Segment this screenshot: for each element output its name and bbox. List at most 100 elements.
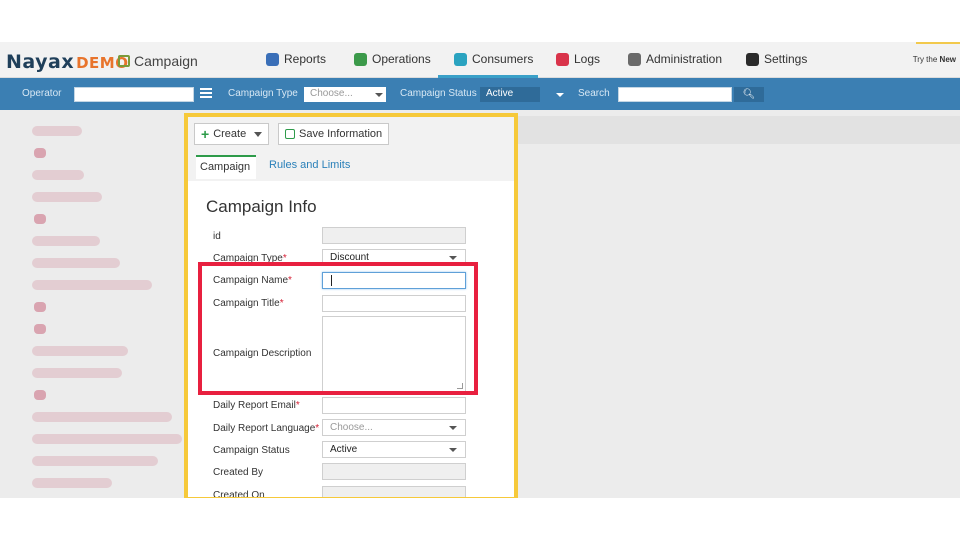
tab-campaign[interactable]: Campaign — [196, 155, 256, 179]
campaign-description-label: Campaign Description — [213, 348, 312, 359]
plus-icon: + — [201, 126, 210, 142]
daily-report-language-text: Daily Report Language — [213, 423, 316, 434]
logo[interactable]: Nayax DEMO — [6, 51, 129, 73]
campaign-type-label: Campaign Type — [228, 88, 298, 99]
nav-administration[interactable]: Administration — [628, 52, 722, 66]
app-screen: Nayax DEMO Campaign Reports Operations Co… — [0, 42, 960, 498]
daily-report-language-select[interactable]: Choose... — [322, 419, 466, 436]
chevron-down-icon — [556, 93, 564, 97]
create-button-label: Create — [213, 128, 247, 140]
chevron-down-icon — [254, 131, 263, 137]
campaign-type-text: Campaign Type — [213, 253, 283, 264]
section-title: Campaign Info — [206, 197, 317, 216]
sidebar-item[interactable] — [34, 324, 46, 334]
top-nav: Nayax DEMO Campaign Reports Operations Co… — [0, 42, 960, 78]
required-mark: * — [279, 298, 284, 309]
id-field — [322, 227, 466, 244]
tab-rules-and-limits[interactable]: Rules and Limits — [265, 155, 354, 179]
id-label: id — [213, 231, 221, 242]
campaign-status-select[interactable]: Active — [480, 87, 540, 102]
nav-settings-label: Settings — [764, 52, 808, 66]
campaign-type-field-label: Campaign Type* — [213, 253, 287, 264]
daily-report-email-label: Daily Report Email* — [213, 400, 300, 411]
campaign-title-label: Campaign Title* — [213, 298, 284, 309]
try-new-prefix: Try the — [912, 55, 938, 64]
daily-report-email-input[interactable] — [322, 397, 466, 414]
nav-operations-label: Operations — [372, 52, 431, 66]
try-new-bar — [916, 42, 960, 44]
nav-operations[interactable]: Operations — [354, 52, 431, 66]
sidebar-item[interactable] — [32, 126, 82, 136]
created-on-field — [322, 486, 466, 497]
sidebar-item[interactable] — [34, 148, 46, 158]
nav-logs-label: Logs — [574, 52, 601, 66]
created-by-field — [322, 463, 466, 480]
save-button-label: Save Information — [299, 128, 383, 140]
try-new-bold: New — [939, 55, 956, 64]
filter-bar: Operator Campaign Type Choose... Campaig… — [0, 78, 960, 110]
logo-main: Nayax — [6, 51, 75, 73]
campaign-name-input[interactable] — [322, 272, 466, 289]
campaign-name-label: Campaign Name* — [213, 275, 292, 286]
nav-settings[interactable]: Settings — [746, 52, 807, 66]
text-cursor — [331, 275, 332, 286]
sidebar-item[interactable] — [32, 456, 158, 466]
save-information-button[interactable]: Save Information — [278, 123, 390, 145]
sidebar-item[interactable] — [32, 170, 84, 180]
campaign-panel: + Create Save Information Campaign Rules… — [184, 113, 518, 498]
sidebar-item[interactable] — [32, 236, 100, 246]
campaign-type-field[interactable]: Discount — [322, 249, 466, 266]
campaign-status-label: Campaign Status — [400, 88, 477, 99]
administration-icon — [628, 52, 641, 66]
sidebar — [0, 110, 184, 498]
sidebar-item[interactable] — [32, 368, 122, 378]
chevron-down-icon — [449, 448, 457, 452]
sidebar-item[interactable] — [32, 434, 182, 444]
nav-reports[interactable]: Reports — [266, 52, 326, 66]
sidebar-item[interactable] — [32, 346, 128, 356]
operator-label: Operator — [22, 88, 62, 99]
search-icon: 🔍︎ — [742, 89, 756, 100]
sidebar-item[interactable] — [32, 412, 172, 422]
daily-report-language-value: Choose... — [330, 422, 373, 433]
required-mark: * — [295, 400, 300, 411]
search-button[interactable]: 🔍︎ — [734, 87, 764, 102]
campaign-status-field[interactable]: Active — [322, 441, 466, 458]
create-button[interactable]: + Create — [194, 123, 270, 145]
page-title-label: Campaign — [134, 53, 198, 69]
sidebar-item[interactable] — [32, 478, 112, 488]
logs-icon — [556, 52, 569, 66]
sidebar-item[interactable] — [32, 258, 120, 268]
sidebar-item[interactable] — [32, 280, 152, 290]
campaign-name-text: Campaign Name — [213, 275, 289, 286]
settings-icon — [746, 52, 759, 66]
sidebar-item[interactable] — [34, 302, 46, 312]
daily-report-email-text: Daily Report Email — [213, 400, 296, 411]
list-icon[interactable] — [200, 88, 212, 98]
campaign-status-value: Active — [330, 444, 358, 455]
campaign-type-select[interactable]: Choose... — [304, 87, 386, 102]
sidebar-item[interactable] — [34, 214, 46, 224]
required-mark: * — [282, 253, 287, 264]
nav-reports-label: Reports — [284, 52, 327, 66]
sidebar-item[interactable] — [34, 390, 46, 400]
search-input[interactable] — [618, 87, 732, 102]
sidebar-item[interactable] — [32, 192, 102, 202]
nav-consumers[interactable]: Consumers — [454, 52, 533, 66]
campaign-title-input[interactable] — [322, 295, 466, 312]
operator-input[interactable] — [74, 87, 194, 102]
search-label: Search — [578, 88, 610, 99]
try-new-link[interactable]: Try the New — [913, 55, 956, 64]
campaign-icon — [118, 55, 130, 67]
required-mark: * — [315, 423, 320, 434]
nav-logs[interactable]: Logs — [556, 52, 600, 66]
nav-administration-label: Administration — [646, 52, 723, 66]
resize-handle[interactable] — [457, 383, 463, 389]
required-mark: * — [288, 275, 292, 286]
daily-report-language-label: Daily Report Language* — [213, 423, 319, 434]
created-on-label: Created On — [213, 490, 265, 498]
campaign-description-textarea[interactable] — [322, 316, 466, 392]
chevron-down-icon — [449, 426, 457, 430]
operations-icon — [354, 52, 367, 66]
save-icon — [285, 129, 295, 139]
